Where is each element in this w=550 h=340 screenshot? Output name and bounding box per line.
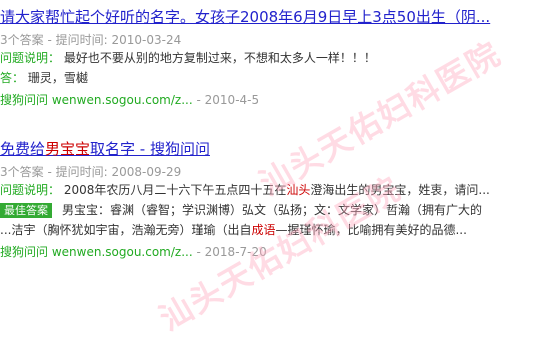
source-url[interactable]: wenwen.sogou.com/z... bbox=[52, 245, 193, 259]
result-meta: 3个答案 - 提问时间: 2010-03-24 bbox=[0, 32, 550, 48]
answer-count: 3个答案 bbox=[0, 165, 44, 179]
source-date: 2010-4-5 bbox=[204, 93, 260, 107]
title-text: 免费给 bbox=[0, 140, 46, 158]
result-source: 搜狗问问 wenwen.sogou.com/z... - 2018-7-20 bbox=[0, 242, 550, 262]
question-label: 问题说明： bbox=[0, 183, 61, 197]
best-answer-highlight: 成语 bbox=[251, 223, 276, 237]
source-separator: - bbox=[196, 93, 201, 107]
source-site[interactable]: 搜狗问问 bbox=[0, 93, 48, 107]
best-answer-snippet: 最佳答案 男宝宝：睿渊（睿智；学识渊博）弘文（弘扬；文：文学家）哲瀚（拥有广大的 bbox=[0, 200, 550, 220]
ask-time-label: 提问时间: bbox=[55, 165, 108, 179]
source-url[interactable]: wenwen.sogou.com/z... bbox=[52, 93, 193, 107]
ask-time: 2008-09-29 bbox=[111, 165, 182, 179]
answer-count: 3个答案 bbox=[0, 33, 44, 47]
answer-label: 答： bbox=[0, 71, 25, 85]
result-title-link[interactable]: 免费给男宝宝取名字 - 搜狗问问 bbox=[0, 138, 550, 160]
best-answer-badge: 最佳答案 bbox=[0, 203, 52, 218]
best-answer-text: —握瑾怀瑜，比喻拥有美好的品德... bbox=[275, 223, 467, 237]
result-title-link[interactable]: 请大家帮忙起个好听的名字。女孩子2008年6月9日早上3点50出生（阴... bbox=[0, 6, 550, 28]
title-text: 取名字 - 搜狗问问 bbox=[90, 140, 210, 158]
best-answer-text: ...洁宇（胸怀犹如宇宙，浩瀚无旁）瑾瑜（出自 bbox=[0, 223, 252, 237]
result-source: 搜狗问问 wenwen.sogou.com/z... - 2010-4-5 bbox=[0, 90, 550, 110]
answer-text: 珊灵，雪樾 bbox=[27, 71, 88, 85]
meta-separator: - bbox=[47, 33, 52, 47]
search-result: 免费给男宝宝取名字 - 搜狗问问 3个答案 - 提问时间: 2008-09-29… bbox=[0, 132, 550, 262]
question-description: 问题说明： 最好也不要从别的地方复制过来，不想和太多人一样！！！ bbox=[0, 48, 550, 68]
question-highlight: 汕头 bbox=[286, 183, 311, 197]
best-answer-continued: ...洁宇（胸怀犹如宇宙，浩瀚无旁）瑾瑜（出自成语—握瑾怀瑜，比喻拥有美好的品德… bbox=[0, 220, 550, 240]
question-text: 2008年农历八月二十六下午五点四十五在 bbox=[63, 183, 287, 197]
source-separator: - bbox=[196, 245, 201, 259]
answer-snippet: 答： 珊灵，雪樾 bbox=[0, 68, 550, 88]
search-result: 请大家帮忙起个好听的名字。女孩子2008年6月9日早上3点50出生（阴... 3… bbox=[0, 0, 550, 110]
title-highlight: 男宝宝 bbox=[45, 140, 91, 158]
meta-separator: - bbox=[47, 165, 52, 179]
best-answer-text: 男宝宝：睿渊（睿智；学识渊博）弘文（弘扬；文：文学家）哲瀚（拥有广大的 bbox=[62, 203, 483, 217]
question-description: 问题说明： 2008年农历八月二十六下午五点四十五在汕头澄海出生的男宝宝，姓衷，… bbox=[0, 180, 550, 200]
ask-time: 2010-03-24 bbox=[111, 33, 182, 47]
source-date: 2018-7-20 bbox=[204, 245, 267, 259]
question-label: 问题说明： bbox=[0, 51, 61, 65]
source-site[interactable]: 搜狗问问 bbox=[0, 245, 48, 259]
ask-time-label: 提问时间: bbox=[55, 33, 108, 47]
question-text: 澄海出生的男宝宝，姓衷，请问... bbox=[310, 183, 490, 197]
question-text: 最好也不要从别的地方复制过来，不想和太多人一样！！！ bbox=[63, 51, 376, 65]
result-meta: 3个答案 - 提问时间: 2008-09-29 bbox=[0, 164, 550, 180]
